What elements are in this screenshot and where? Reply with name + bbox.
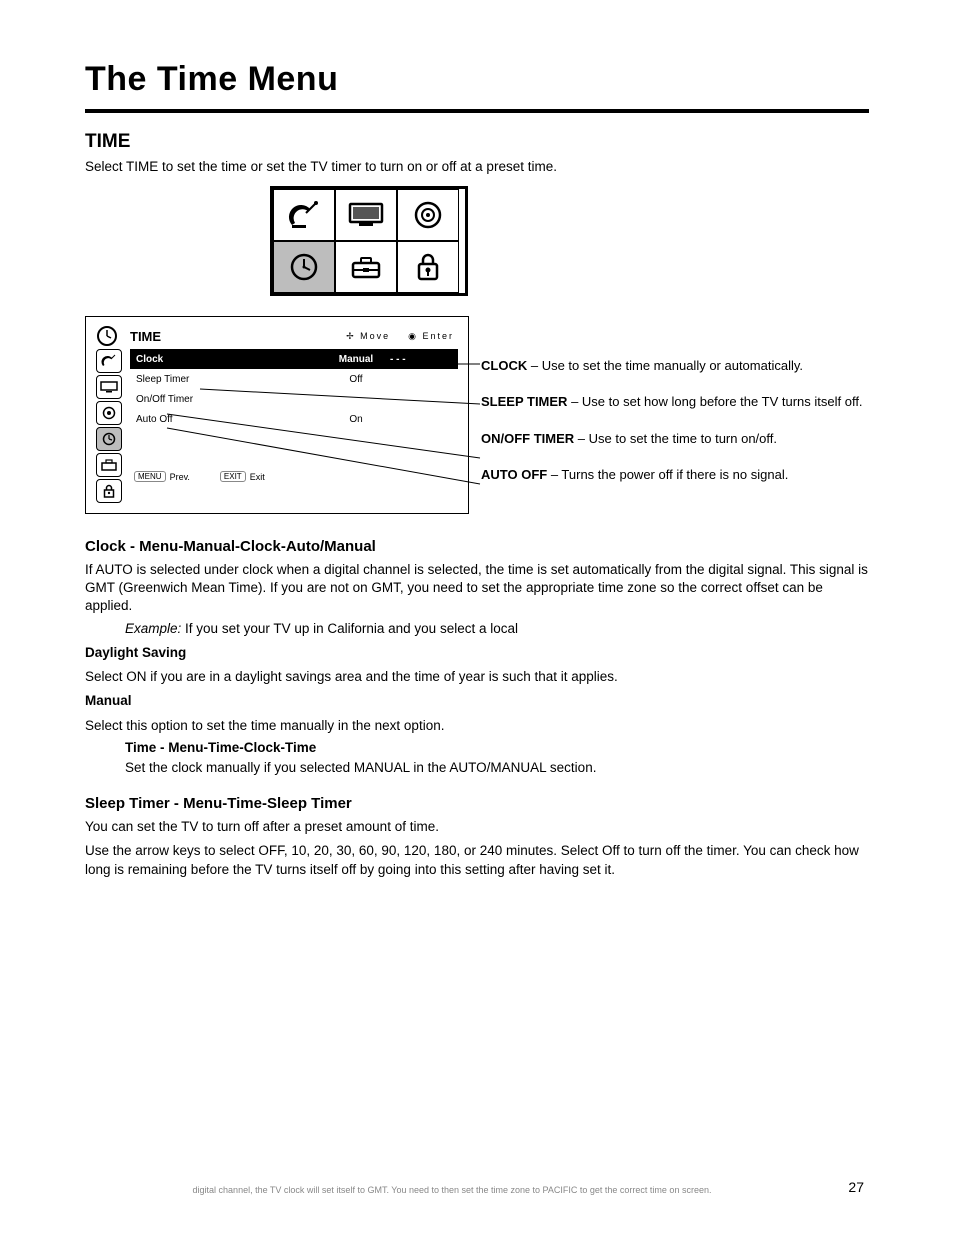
speaker-icon	[413, 200, 443, 230]
grid-cell-time[interactable]	[273, 241, 335, 293]
manual-sub: Time - Menu-Time-Clock-Time	[125, 739, 869, 757]
clock-icon	[102, 432, 116, 446]
menu-row-clock[interactable]: Clock Manual - - -	[130, 349, 458, 369]
clock-example: Example: If you set your TV up in Califo…	[125, 620, 869, 638]
manual-title: Manual	[85, 692, 869, 710]
sleep-heading: Sleep Timer - Menu-Time-Sleep Timer	[85, 795, 869, 812]
intro-text: Select TIME to set the time or set the T…	[85, 159, 869, 174]
row-value: Manual	[322, 354, 390, 365]
grid-cell-channel[interactable]	[273, 189, 335, 241]
page-title: The Time Menu	[85, 60, 869, 99]
grid-cell-lock[interactable]	[397, 241, 459, 293]
manual-body1: Select this option to set the time manua…	[85, 717, 869, 735]
clock-icon	[288, 251, 320, 283]
side-tab-setup[interactable]	[96, 453, 122, 477]
sleep-body1: You can set the TV to turn off after a p…	[85, 818, 869, 836]
side-tab-channel[interactable]	[96, 349, 122, 373]
callout-clock: CLOCK – Use to set the time manually or …	[481, 358, 911, 374]
row-label: On/Off Timer	[136, 394, 322, 405]
callout-onoff-timer: ON/OFF TIMER – Use to set the time to tu…	[481, 431, 911, 447]
grid-cell-picture[interactable]	[335, 189, 397, 241]
clock-body: If AUTO is selected under clock when a d…	[85, 561, 869, 616]
grid-cell-sound[interactable]	[397, 189, 459, 241]
row-value: On	[322, 414, 390, 425]
callout-sleep-timer: SLEEP TIMER – Use to set how long before…	[481, 394, 911, 410]
row-label: Sleep Timer	[136, 374, 322, 385]
side-tab-picture[interactable]	[96, 375, 122, 399]
daylight-title: Daylight Saving	[85, 644, 869, 662]
menu-row-onoff-timer[interactable]: On/Off Timer	[130, 389, 458, 409]
exit-button-hint: EXIT	[220, 471, 246, 482]
manual-body2: Set the clock manually if you selected M…	[125, 759, 869, 777]
speaker-icon	[102, 406, 116, 420]
sleep-body2: Use the arrow keys to select OFF, 10, 20…	[85, 842, 869, 878]
main-menu-grid	[270, 186, 468, 296]
menu-row-auto-off[interactable]: Auto Off On	[130, 409, 458, 429]
header-rule	[85, 109, 869, 113]
lock-icon	[103, 484, 115, 498]
satellite-dish-icon	[101, 354, 117, 368]
time-menu-panel: TIME ✢ Move ◉ Enter	[85, 316, 469, 514]
satellite-dish-icon	[286, 199, 322, 231]
tv-icon	[347, 201, 385, 229]
menu-bottom-hints: MENUPrev. EXITExit	[130, 471, 458, 482]
menu-side-tabs	[96, 349, 122, 503]
tv-icon	[100, 381, 118, 393]
clock-heading: Clock - Menu-Manual-Clock-Auto/Manual	[85, 538, 869, 555]
side-tab-lock[interactable]	[96, 479, 122, 503]
row-label: Clock	[136, 354, 322, 365]
menu-row-sleep-timer[interactable]: Sleep Timer Off	[130, 369, 458, 389]
menu-button-hint: MENU	[134, 471, 166, 482]
row-value: Off	[322, 374, 390, 385]
side-tab-sound[interactable]	[96, 401, 122, 425]
callout-auto-off: AUTO OFF – Turns the power off if there …	[481, 467, 911, 483]
clock-icon	[96, 325, 118, 347]
side-tab-time[interactable]	[96, 427, 122, 451]
section-heading: TIME	[85, 131, 869, 153]
lock-icon	[415, 252, 441, 282]
row-value2: - - -	[390, 354, 452, 365]
grid-cell-setup[interactable]	[335, 241, 397, 293]
toolbox-icon	[101, 459, 117, 471]
row-label: Auto Off	[136, 414, 322, 425]
footer-continuation: digital channel, the TV clock will set i…	[90, 1185, 814, 1195]
menu-nav-hints: ✢ Move ◉ Enter	[346, 331, 458, 342]
page-number: 27	[848, 1179, 864, 1195]
daylight-body: Select ON if you are in a daylight savin…	[85, 668, 869, 686]
menu-title: TIME	[126, 329, 338, 344]
toolbox-icon	[349, 254, 383, 280]
